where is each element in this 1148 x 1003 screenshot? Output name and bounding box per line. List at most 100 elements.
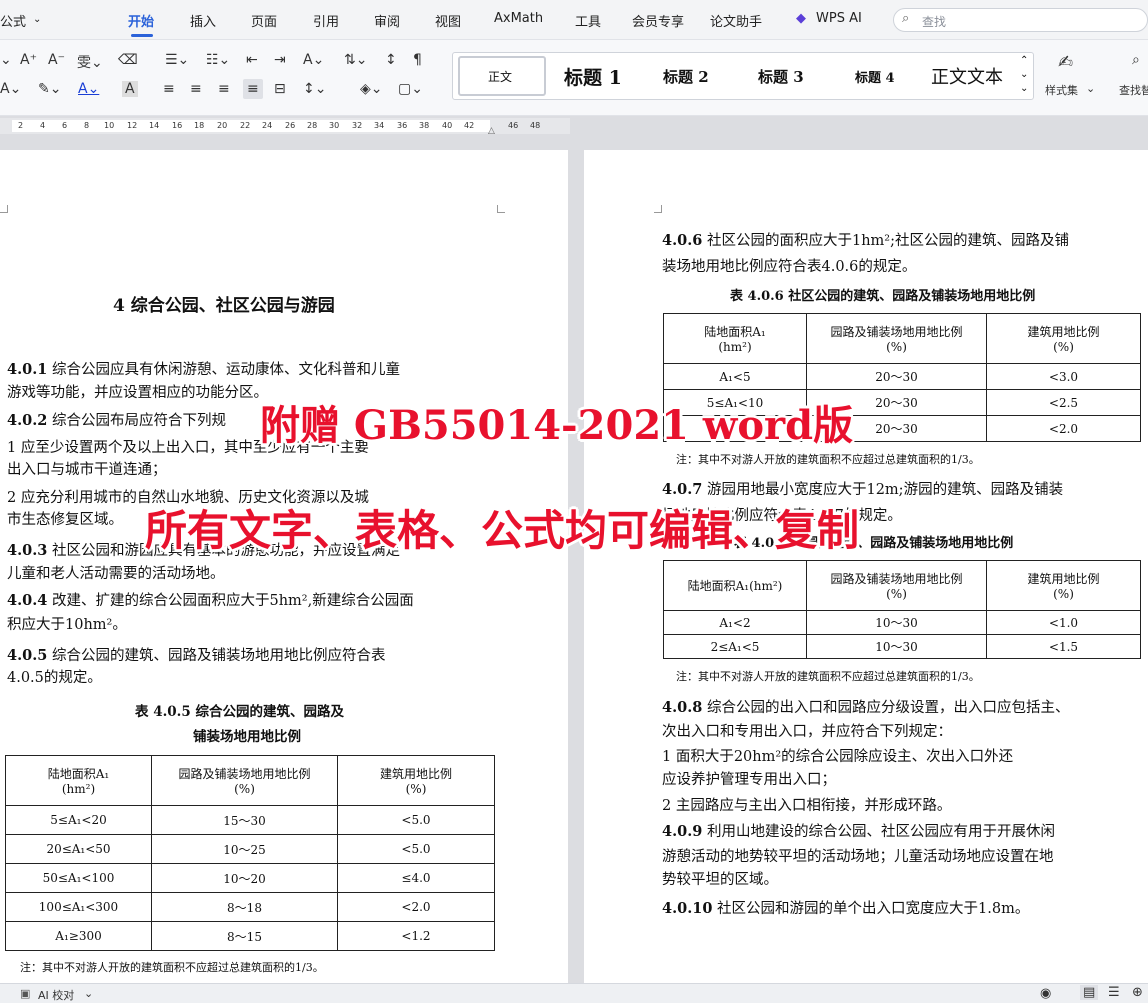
paragraph-line: 4.0.6 社区公园的面积应大于1hm²;社区公园的建筑、园路及铺 <box>662 232 1069 249</box>
table-cell: 2≤A₁<5 <box>663 634 807 659</box>
char-shading-icon[interactable]: A <box>122 81 138 97</box>
phonetic-icon[interactable]: 雯⌄ <box>77 52 103 72</box>
table-header-cell: 陆地面积A₁ (hm²) <box>663 313 807 364</box>
style-heading-2[interactable]: 标题 2 <box>663 66 709 87</box>
tab-wps-ai[interactable]: WPS AI <box>816 11 862 26</box>
table-cell: 50≤A₁<100 <box>5 863 152 893</box>
bullet-list-icon[interactable]: ☰⌄ <box>165 52 189 68</box>
find-replace-label[interactable]: 查找替 <box>1119 82 1148 98</box>
table-header-cell: 园路及铺装场地用地比例 (%) <box>151 755 338 806</box>
paragraph-line: 4.0.1 综合公园应具有休闲游憩、运动康体、文化科普和儿童 <box>7 361 400 378</box>
paragraph-line: 积应大于10hm²。 <box>7 617 127 633</box>
tab-references[interactable]: 引用 <box>313 11 339 30</box>
table-cell: <3.0 <box>986 363 1141 390</box>
tab-home[interactable]: 开始 <box>128 11 154 30</box>
align-right-icon[interactable]: ≡ <box>218 81 230 97</box>
tab-view[interactable]: 视图 <box>435 11 461 30</box>
scroll-down-icon[interactable]: ⌄ <box>1020 69 1028 80</box>
style-heading-4[interactable]: 标题 4 <box>855 67 895 86</box>
table-cell: 20～30 <box>806 363 987 390</box>
eye-icon[interactable]: ◉ <box>1040 986 1051 1001</box>
wps-ai-icon[interactable]: ◆ <box>796 11 806 26</box>
paragraph-line: 势较平坦的区域。 <box>662 872 778 888</box>
outline-view-icon[interactable]: ☰ <box>1108 985 1120 1000</box>
style-body-text[interactable]: 正文文本 <box>931 63 1016 89</box>
table-header-row: 陆地面积A₁ (hm²) 园路及铺装场地用地比例 (%) 建筑用地比例 (%) <box>663 313 1141 364</box>
sort-az-icon[interactable]: ↕ <box>385 52 397 68</box>
ruler-tick: 18 <box>194 121 205 130</box>
table-row: 50≤A₁<100 10～20 ≤4.0 <box>5 863 495 893</box>
dropdown-icon[interactable]: ⌄ <box>0 52 12 68</box>
scroll-up-icon[interactable]: ⌃ <box>1020 55 1028 66</box>
numbered-list-icon[interactable]: ☷⌄ <box>206 52 230 68</box>
indent-marker-icon[interactable]: △ <box>488 126 495 136</box>
ruler-tick: 32 <box>352 121 363 130</box>
tab-review[interactable]: 审阅 <box>374 11 400 30</box>
ruler-tick: 10 <box>104 121 115 130</box>
distributed-icon[interactable]: ⊟ <box>274 81 286 97</box>
find-icon[interactable]: ⌕ <box>1132 52 1140 68</box>
chevron-down-icon[interactable]: ⌄ <box>33 14 41 25</box>
horizontal-ruler[interactable]: 2 4 6 8 10 12 14 16 18 20 22 24 26 28 30… <box>0 118 570 136</box>
document-page-right[interactable]: 4.0.6 社区公园的面积应大于1hm²;社区公园的建筑、园路及铺 装场地用地比… <box>584 150 1148 983</box>
sort-icon[interactable]: ⇅⌄ <box>344 52 367 68</box>
line-spacing-icon[interactable]: ↕⌄ <box>303 81 326 97</box>
paragraph-line: 游戏等功能，并应设置相应的功能分区。 <box>7 385 268 401</box>
tab-member[interactable]: 会员专享 <box>632 11 684 30</box>
align-left-icon[interactable]: ≡ <box>163 81 175 97</box>
font-grow-icon[interactable]: A⁺ <box>20 52 37 68</box>
align-center-icon[interactable]: ≡ <box>190 81 202 97</box>
search-box[interactable]: ⌕ 查找 <box>893 8 1148 32</box>
table-row: A₁≥300 8～15 <1.2 <box>5 921 495 951</box>
tab-page[interactable]: 页面 <box>251 11 277 30</box>
table-cell: <1.5 <box>986 634 1141 659</box>
menu-bar: 公式 ⌄ 开始 插入 页面 引用 审阅 视图 AxMath 工具 会员专享 论文… <box>0 0 1148 40</box>
web-view-icon[interactable]: ⊕ <box>1132 985 1143 1000</box>
table-cell: <2.5 <box>986 389 1141 416</box>
chevron-down-icon[interactable]: ⌄ <box>84 987 93 1000</box>
chevron-down-icon[interactable]: ⌄ <box>1086 82 1095 95</box>
font-shrink-icon[interactable]: A⁻ <box>48 52 65 68</box>
paragraph-line: 1 面积大于20hm²的综合公园除应设主、次出入口外还 <box>662 749 1014 765</box>
table-cell: 8～18 <box>151 892 338 922</box>
expand-styles-icon[interactable]: ⌄ <box>1020 83 1028 94</box>
style-set-label[interactable]: 样式集 <box>1045 82 1078 98</box>
table-cell: ≤4.0 <box>337 863 495 893</box>
show-marks-icon[interactable]: ¶ <box>413 52 422 68</box>
shading-icon[interactable]: ◈⌄ <box>360 81 383 97</box>
table-cell: 10～25 <box>151 834 338 864</box>
style-normal[interactable]: 正文 <box>488 68 512 85</box>
search-icon: ⌕ <box>902 11 910 26</box>
tab-axmath[interactable]: AxMath <box>494 11 543 26</box>
style-set-icon[interactable]: ✍ <box>1058 52 1073 73</box>
ruler-tick: 2 <box>18 121 24 130</box>
increase-indent-icon[interactable]: ⇥ <box>274 52 286 68</box>
border-icon[interactable]: ▢⌄ <box>398 81 423 97</box>
justify-icon[interactable]: ≡ <box>243 79 263 99</box>
paragraph-line: 次出入口和专用出入口，并应符合下列规定： <box>662 724 952 740</box>
table-cell: A₁<5 <box>663 363 807 390</box>
paragraph-line: 出入口与城市干道连通； <box>7 462 167 478</box>
style-heading-1[interactable]: 标题 1 <box>564 63 622 90</box>
style-heading-3[interactable]: 标题 3 <box>758 66 804 87</box>
tab-tools[interactable]: 工具 <box>575 11 601 30</box>
font-color-icon[interactable]: A⌄ <box>78 81 99 97</box>
table-header-cell: 园路及铺装场地用地比例 (%) <box>806 560 987 611</box>
page-view-icon[interactable]: ▤ <box>1080 985 1099 1000</box>
document-page-left[interactable]: 4 综合公园、社区公园与游园 4.0.1 综合公园应具有休闲游憩、运动康体、文化… <box>0 150 568 983</box>
decrease-indent-icon[interactable]: ⇤ <box>246 52 258 68</box>
tab-thesis-assistant[interactable]: 论文助手 <box>710 11 762 30</box>
tab-insert[interactable]: 插入 <box>190 11 216 30</box>
clear-format-icon[interactable]: ⌫ <box>118 52 138 68</box>
ai-check-icon[interactable]: ▣ <box>20 987 30 1000</box>
menu-formula-partial[interactable]: 公式 <box>0 11 26 30</box>
ai-proofread-button[interactable]: AI 校对 <box>38 987 74 1003</box>
text-direction-icon[interactable]: A⌄ <box>303 52 324 68</box>
active-tab-indicator <box>131 34 153 37</box>
text-effect-icon[interactable]: A⌄ <box>0 81 21 97</box>
table-row: 20≤A₁<50 10～25 <5.0 <box>5 834 495 864</box>
table-cell: 15～30 <box>151 805 338 835</box>
paragraph-line: 应设养护管理专用出入口； <box>662 772 836 788</box>
paragraph-line: 4.0.4 改建、扩建的综合公园面积应大于5hm²,新建综合公园面 <box>7 592 414 609</box>
highlight-icon[interactable]: ✎⌄ <box>38 81 61 97</box>
